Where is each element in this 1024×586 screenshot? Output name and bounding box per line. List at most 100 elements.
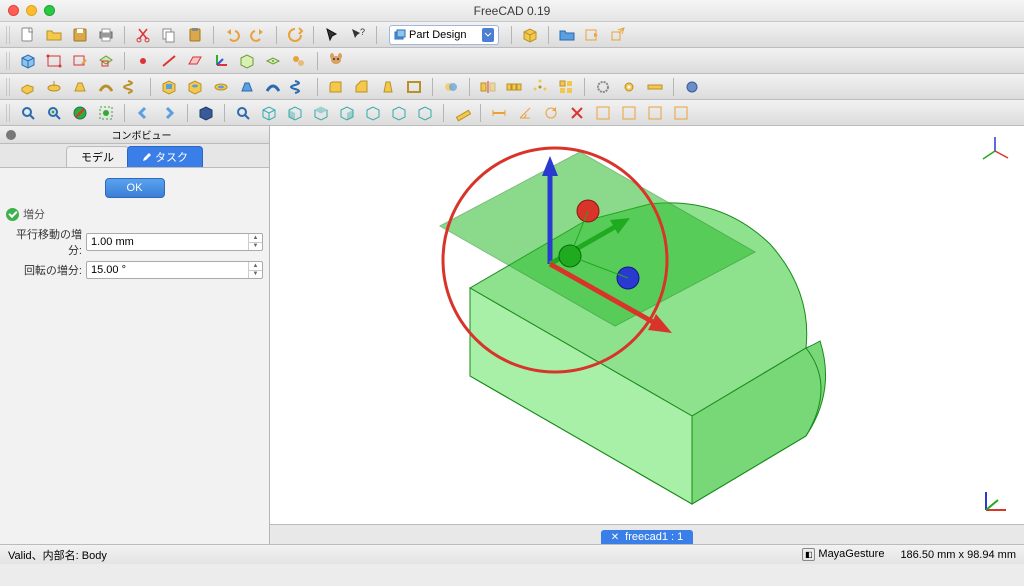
nav-external-button[interactable]	[607, 24, 631, 46]
shape-binder-button[interactable]	[235, 50, 259, 72]
task-panel-body: OK 増分 平行移動の増分: ▲▼ 回転の増分:	[0, 167, 269, 544]
view-rear-button[interactable]	[361, 102, 385, 124]
sub-helix-button[interactable]	[287, 76, 311, 98]
shaft-wizard-button[interactable]	[643, 76, 667, 98]
measure-toggle-all-button[interactable]	[591, 102, 615, 124]
clone-button[interactable]	[287, 50, 311, 72]
orientation-indicator-icon[interactable]	[978, 134, 1012, 168]
arrow-cursor-button[interactable]	[320, 24, 344, 46]
draft-button[interactable]	[376, 76, 400, 98]
boolean-button[interactable]	[439, 76, 463, 98]
workbench-selector[interactable]: Part Design	[389, 25, 499, 45]
spin-down-icon[interactable]: ▼	[249, 271, 262, 279]
datum-plane-button[interactable]	[183, 50, 207, 72]
3d-viewport[interactable]: ✕ freecad1 : 1	[270, 126, 1024, 544]
open-file-button[interactable]	[42, 24, 66, 46]
fillet-button[interactable]	[324, 76, 348, 98]
print-button[interactable]	[94, 24, 118, 46]
fit-selection-button[interactable]	[42, 102, 66, 124]
grip-icon	[6, 52, 12, 70]
paste-button[interactable]	[183, 24, 207, 46]
tab-model[interactable]: モデル	[66, 146, 129, 167]
nav-back-button[interactable]	[131, 102, 155, 124]
link-navigation-button[interactable]	[194, 102, 218, 124]
draw-style-button[interactable]	[68, 102, 92, 124]
multi-transform-button[interactable]	[554, 76, 578, 98]
part-box-button[interactable]	[518, 24, 542, 46]
thickness-button[interactable]	[402, 76, 426, 98]
measure-toggle-delta-button[interactable]	[643, 102, 667, 124]
cut-button[interactable]	[131, 24, 155, 46]
spin-up-icon[interactable]: ▲	[249, 234, 262, 243]
ok-button[interactable]: OK	[105, 178, 165, 198]
measure-toggle-3d-button[interactable]	[617, 102, 641, 124]
helix-button[interactable]	[120, 76, 144, 98]
nav-open-button[interactable]	[555, 24, 579, 46]
window-close-icon[interactable]	[8, 5, 19, 16]
measure-button[interactable]	[450, 102, 474, 124]
view-top-button[interactable]	[309, 102, 333, 124]
new-file-button[interactable]	[16, 24, 40, 46]
window-maximize-icon[interactable]	[44, 5, 55, 16]
map-sketch-button[interactable]	[94, 50, 118, 72]
datum-line-button[interactable]	[157, 50, 181, 72]
linear-pattern-button[interactable]	[502, 76, 526, 98]
measure-refresh-button[interactable]	[539, 102, 563, 124]
groove-button[interactable]	[209, 76, 233, 98]
create-body-button[interactable]	[16, 50, 40, 72]
document-tab[interactable]: ✕ freecad1 : 1	[601, 530, 693, 544]
copy-button[interactable]	[157, 24, 181, 46]
datum-cs-button[interactable]	[209, 50, 233, 72]
sub-loft-button[interactable]	[235, 76, 259, 98]
axis-cross-icon[interactable]	[978, 484, 1012, 518]
window-minimize-icon[interactable]	[26, 5, 37, 16]
measure-linear-button[interactable]	[487, 102, 511, 124]
fit-all-button[interactable]	[16, 102, 40, 124]
sprocket-button[interactable]	[591, 76, 615, 98]
datum-point-button[interactable]	[131, 50, 155, 72]
measure-angular-button[interactable]	[513, 102, 537, 124]
view-front-button[interactable]	[283, 102, 307, 124]
titlebar: FreeCAD 0.19	[0, 0, 1024, 22]
loft-button[interactable]	[68, 76, 92, 98]
mirrored-button[interactable]	[476, 76, 500, 98]
chamfer-button[interactable]	[350, 76, 374, 98]
help-button[interactable]	[324, 50, 348, 72]
bounding-box-button[interactable]	[94, 102, 118, 124]
sweep-button[interactable]	[94, 76, 118, 98]
zoom-button[interactable]	[231, 102, 255, 124]
refresh-button[interactable]	[283, 24, 307, 46]
rotate-increment-input[interactable]: ▲▼	[86, 261, 263, 279]
pad-button[interactable]	[16, 76, 40, 98]
gear-button[interactable]	[617, 76, 641, 98]
revolution-button[interactable]	[42, 76, 66, 98]
spin-up-icon[interactable]: ▲	[249, 262, 262, 271]
undo-button[interactable]	[220, 24, 244, 46]
sub-sweep-button[interactable]	[261, 76, 285, 98]
nav-style[interactable]: ◧MayaGesture	[802, 548, 884, 561]
pocket-button[interactable]	[157, 76, 181, 98]
isometric-button[interactable]	[257, 102, 281, 124]
whatsthis-button[interactable]: ?	[346, 24, 370, 46]
nav-forward-button[interactable]	[157, 102, 181, 124]
polar-pattern-button[interactable]	[528, 76, 552, 98]
sub-binder-button[interactable]	[261, 50, 285, 72]
create-sketch-button[interactable]	[42, 50, 66, 72]
edit-sketch-button[interactable]	[68, 50, 92, 72]
hole-button[interactable]	[183, 76, 207, 98]
pin-icon[interactable]	[6, 130, 16, 140]
measure-extra-button[interactable]	[669, 102, 693, 124]
spin-down-icon[interactable]: ▼	[249, 243, 262, 251]
view-bottom-button[interactable]	[387, 102, 411, 124]
nav-forward-button[interactable]	[581, 24, 605, 46]
tab-task[interactable]: タスク	[127, 146, 203, 167]
view-right-button[interactable]	[335, 102, 359, 124]
translate-increment-input[interactable]: ▲▼	[86, 233, 263, 251]
save-file-button[interactable]	[68, 24, 92, 46]
redo-button[interactable]	[246, 24, 270, 46]
sphere-button[interactable]	[680, 76, 704, 98]
measure-clear-button[interactable]	[565, 102, 589, 124]
increment-section-header[interactable]: 増分	[6, 206, 263, 222]
view-left-button[interactable]	[413, 102, 437, 124]
close-tab-icon[interactable]: ✕	[611, 532, 619, 543]
